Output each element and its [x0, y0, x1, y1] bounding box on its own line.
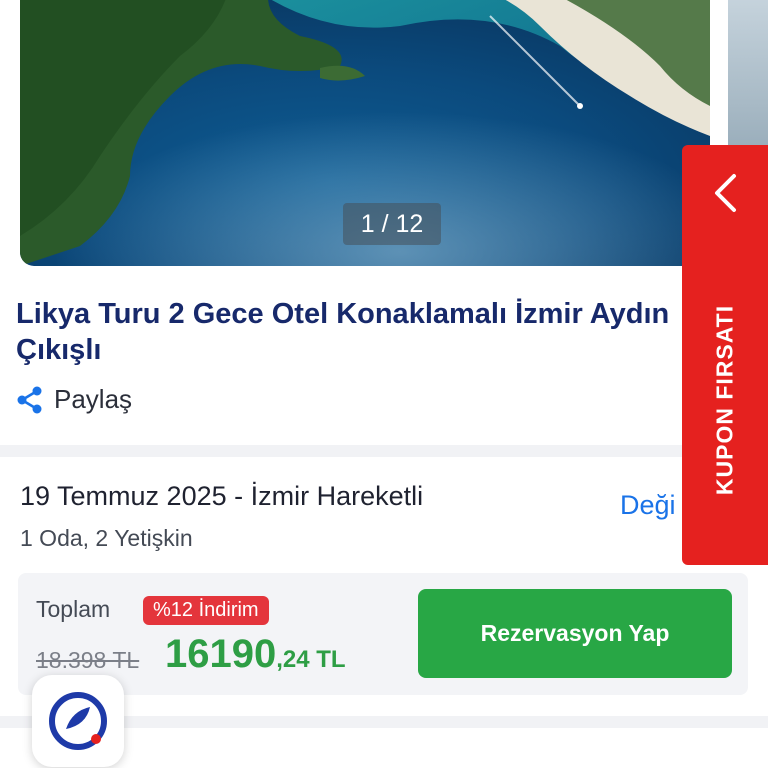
- old-price: 18.398 TL: [36, 647, 140, 673]
- price-integer: 16190: [165, 632, 277, 676]
- tour-title: Likya Turu 2 Gece Otel Konaklamalı İzmir…: [16, 298, 670, 366]
- tour-date: 19 Temmuz 2025 - İzmir Hareketli: [20, 481, 424, 511]
- total-label: Toplam: [36, 596, 111, 622]
- chevron-left-icon: [715, 174, 736, 212]
- change-link[interactable]: Deği: [620, 490, 676, 521]
- image-counter: 1 / 12: [343, 203, 441, 245]
- reserve-button[interactable]: Rezervasyon Yap: [418, 589, 732, 678]
- photo-gallery[interactable]: 1 / 12: [0, 0, 768, 268]
- room-guest-summary: 1 Oda, 2 Yetişkin: [20, 525, 193, 551]
- section-divider: [0, 445, 768, 457]
- discount-badge: %12 İndirim: [143, 596, 269, 625]
- share-icon: [17, 386, 42, 413]
- coupon-label: KUPON FIRSATI: [711, 304, 738, 496]
- share-label: Paylaş: [54, 384, 133, 414]
- coupon-offer-tab[interactable]: KUPON FIRSATI: [682, 145, 768, 565]
- app-logo-icon: [49, 692, 107, 750]
- share-button[interactable]: Paylaş: [16, 384, 132, 415]
- price-fraction: ,24 TL: [276, 646, 346, 673]
- app-launcher-button[interactable]: [32, 675, 124, 767]
- discounted-price: 16190,24 TL: [165, 632, 346, 677]
